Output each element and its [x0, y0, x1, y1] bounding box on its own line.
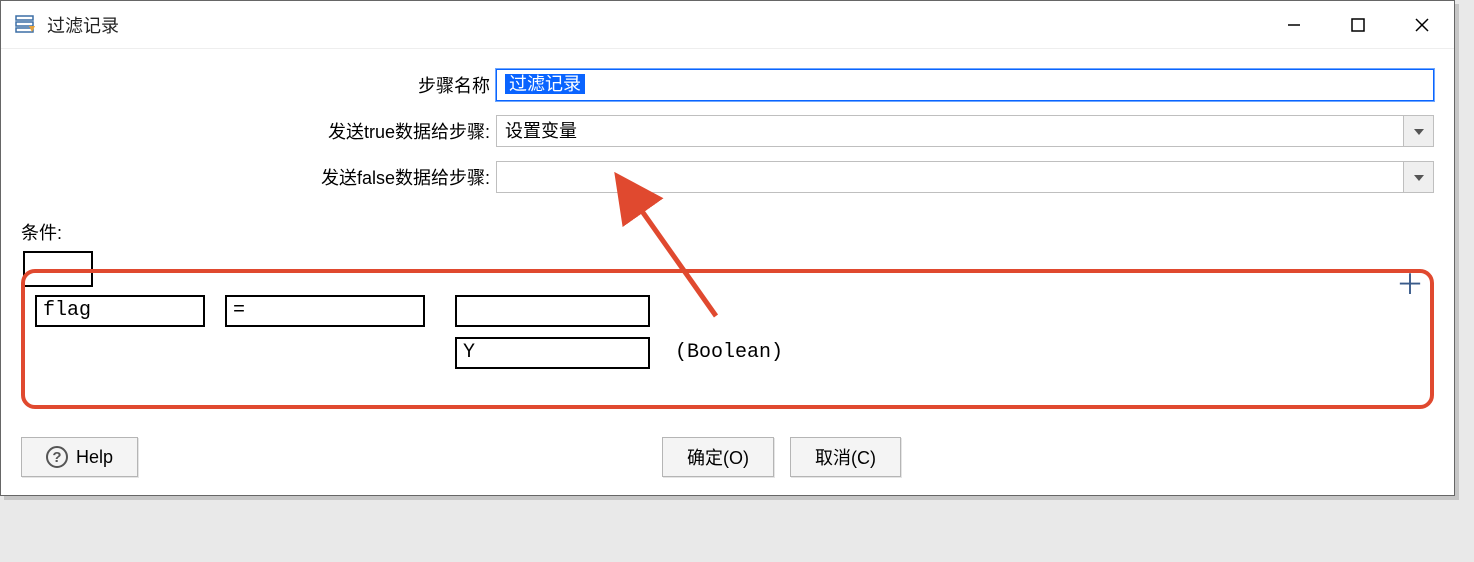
- close-button[interactable]: [1390, 5, 1454, 45]
- condition-field-input[interactable]: flag: [35, 295, 205, 327]
- conditions-label: 条件:: [1, 215, 1454, 251]
- send-true-row: 发送true数据给步骤: 设置变量: [21, 115, 1434, 147]
- cancel-button[interactable]: 取消(C): [790, 437, 901, 477]
- step-name-input[interactable]: 过滤记录: [496, 69, 1434, 101]
- title-bar: 过滤记录: [1, 1, 1454, 49]
- send-false-label: 发送false数据给步骤:: [21, 164, 496, 190]
- conditions-area: ＋ flag = Y (Boolean): [1, 251, 1454, 429]
- minimize-button[interactable]: [1262, 5, 1326, 45]
- button-bar: ? Help 确定(O) 取消(C): [1, 429, 1454, 495]
- condition-value-bottom-input[interactable]: Y: [455, 337, 650, 369]
- window-title: 过滤记录: [47, 12, 119, 38]
- title-left: 过滤记录: [15, 12, 119, 38]
- step-name-value: 过滤记录: [505, 74, 585, 94]
- condition-value-top-input[interactable]: [455, 295, 650, 327]
- step-name-label: 步骤名称: [21, 72, 496, 98]
- filter-rows-icon: [15, 14, 37, 36]
- cancel-button-label: 取消(C): [815, 444, 876, 470]
- ok-button-label: 确定(O): [687, 444, 749, 470]
- maximize-button[interactable]: [1326, 5, 1390, 45]
- send-false-dropdown-button[interactable]: [1404, 161, 1434, 193]
- dialog-window: 过滤记录 步骤名称 过滤记录 发送true数据给步骤: 设置变量: [0, 0, 1455, 496]
- help-icon: ?: [46, 446, 68, 468]
- send-true-value: 设置变量: [505, 121, 577, 141]
- annotation-highlight: flag = Y (Boolean): [21, 269, 1434, 409]
- send-true-select[interactable]: 设置变量: [496, 115, 1404, 147]
- chevron-down-icon: [1414, 122, 1424, 140]
- form-area: 步骤名称 过滤记录 发送true数据给步骤: 设置变量 发送false数据给步骤…: [1, 49, 1454, 215]
- chevron-down-icon: [1414, 168, 1424, 186]
- step-name-row: 步骤名称 过滤记录: [21, 69, 1434, 101]
- condition-type-hint: (Boolean): [675, 337, 783, 369]
- help-button[interactable]: ? Help: [21, 437, 138, 477]
- send-false-row: 发送false数据给步骤:: [21, 161, 1434, 193]
- condition-operator-input[interactable]: =: [225, 295, 425, 327]
- send-false-select[interactable]: [496, 161, 1404, 193]
- ok-button[interactable]: 确定(O): [662, 437, 774, 477]
- send-true-dropdown-button[interactable]: [1404, 115, 1434, 147]
- help-button-label: Help: [76, 447, 113, 468]
- window-controls: [1262, 5, 1454, 45]
- send-true-label: 发送true数据给步骤:: [21, 118, 496, 144]
